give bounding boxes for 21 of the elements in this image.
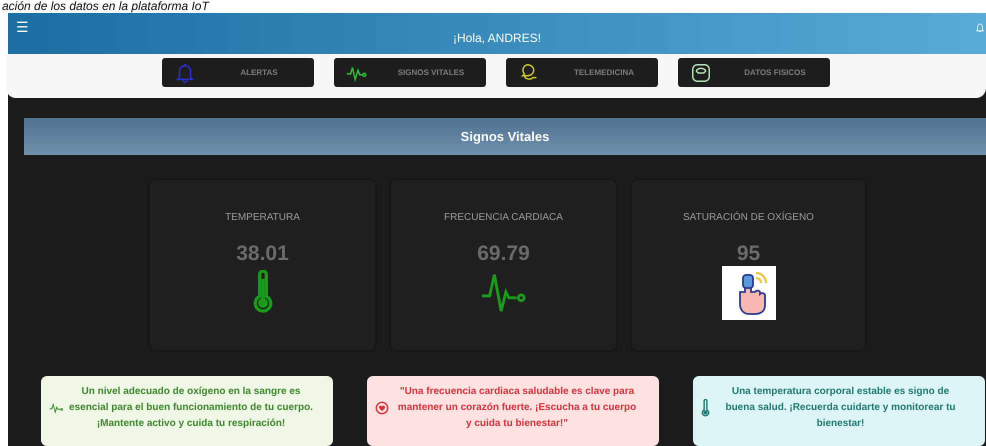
nav-button[interactable]: SIGNOS VITALES: [334, 58, 486, 88]
nav-button[interactable]: ALERTAS: [162, 58, 314, 88]
caption-text: ación de los datos en la plataforma IoT: [1, 0, 209, 13]
vital-label: TEMPERATURA: [225, 212, 300, 223]
thermometer-icon: [252, 270, 274, 314]
finger-oximeter-icon: [722, 266, 776, 320]
greeting-title: ¡Hola, ANDRES!: [452, 31, 542, 47]
vital-value: 69.79: [477, 242, 530, 266]
pulse-icon: [49, 403, 63, 413]
vital-value: 95: [736, 242, 760, 266]
bell-icon[interactable]: [976, 23, 984, 33]
vital-label: FRECUENCIA CARDIACA: [444, 212, 563, 223]
tip-text: Un nivel adecuado de oxígeno en la sangre es esencial para el buen funcionamiento de tu cuerpo. ¡Mantente activo y cuida tu respiración!: [69, 385, 313, 431]
vital-value: 38.01: [236, 242, 289, 266]
nav-button[interactable]: DATOS FISICOS: [678, 58, 830, 88]
tip-text: Una temperatura corporal estable es signo de buena salud. ¡Recuerda cuidarte y monitorear tu bienestar!: [724, 385, 957, 431]
nav-button[interactable]: TELEMEDICINA: [506, 58, 658, 88]
section-title: Signos Vitales: [460, 129, 550, 144]
vital-label: SATURACIÓN DE OXÍGENO: [683, 212, 814, 223]
tip-text: "Una frecuencia cardiaca saludable es clave para mantener un corazón fuerte. ¡Escucha a tu cuerpo y cuida tu bienestar!": [396, 385, 638, 431]
thermometer-icon: [701, 399, 710, 417]
